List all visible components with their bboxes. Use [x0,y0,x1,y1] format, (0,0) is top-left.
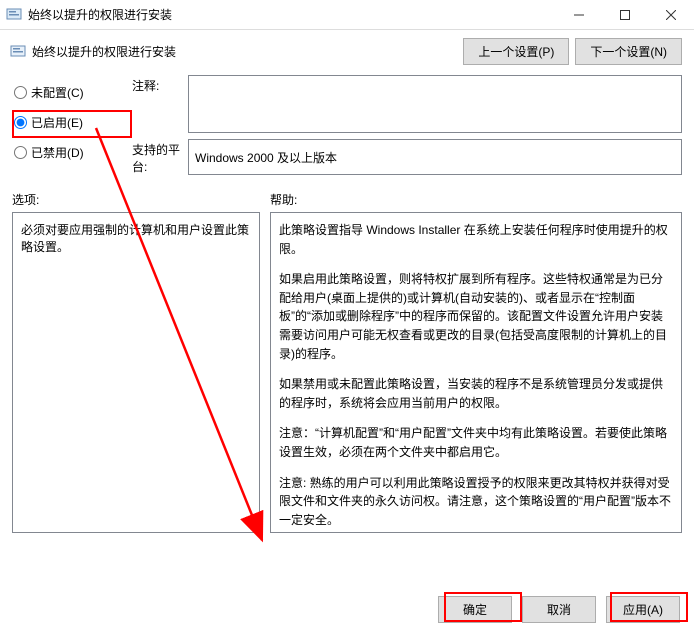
ok-button[interactable]: 确定 [438,596,512,623]
radio-disabled[interactable]: 已禁用(D) [14,137,132,167]
platform-label: 支持的平台: [132,139,188,175]
options-text: 必须对要应用强制的计算机和用户设置此策略设置。 [21,221,251,255]
policy-icon [10,44,26,60]
radio-not-configured[interactable]: 未配置(C) [14,77,132,107]
radio-label: 已启用(E) [31,114,83,131]
cancel-button[interactable]: 取消 [522,596,596,623]
config-area: 未配置(C) 已启用(E) 已禁用(D) 注释: 支持的平台: Windows … [0,71,694,185]
help-paragraph: 如果启用此策略设置，则将特权扩展到所有程序。这些特权通常是为已分配给用户(桌面上… [279,270,673,363]
options-panel: 必须对要应用强制的计算机和用户设置此策略设置。 [12,212,260,533]
policy-icon [6,7,22,23]
maximize-button[interactable] [602,0,648,29]
window-title: 始终以提升的权限进行安装 [28,6,556,23]
dialog-buttons: 确定 取消 应用(A) [438,596,680,623]
radio-label: 已禁用(D) [31,144,84,161]
minimize-button[interactable] [556,0,602,29]
lower-area: 选项: 必须对要应用强制的计算机和用户设置此策略设置。 帮助: 此策略设置指导 … [0,185,694,535]
help-label: 帮助: [270,191,682,208]
apply-button[interactable]: 应用(A) [606,596,680,623]
comment-input[interactable] [188,75,682,133]
next-setting-button[interactable]: 下一个设置(N) [575,38,682,65]
help-panel: 此策略设置指导 Windows Installer 在系统上安装任何程序时使用提… [270,212,682,533]
help-paragraph: 注意：“计算机配置”和“用户配置”文件夹中均有此策略设置。若要使此策略设置生效，… [279,424,673,461]
close-button[interactable] [648,0,694,29]
comment-label: 注释: [132,75,188,133]
header-row: 始终以提升的权限进行安装 上一个设置(P) 下一个设置(N) [0,30,694,71]
prev-setting-button[interactable]: 上一个设置(P) [463,38,569,65]
radio-group: 未配置(C) 已启用(E) 已禁用(D) [12,75,132,181]
window-controls [556,0,694,29]
policy-title: 始终以提升的权限进行安装 [32,43,463,60]
help-paragraph: 此策略设置指导 Windows Installer 在系统上安装任何程序时使用提… [279,221,673,258]
radio-label: 未配置(C) [31,84,84,101]
help-paragraph: 如果禁用或未配置此策略设置，当安装的程序不是系统管理员分发或提供的程序时，系统将… [279,375,673,412]
help-paragraph: 注意: 熟练的用户可以利用此策略设置授予的权限来更改其特权并获得对受限文件和文件… [279,474,673,530]
titlebar: 始终以提升的权限进行安装 [0,0,694,30]
options-label: 选项: [12,191,260,208]
platform-field: Windows 2000 及以上版本 [188,139,682,175]
radio-enabled[interactable]: 已启用(E) [14,107,132,137]
